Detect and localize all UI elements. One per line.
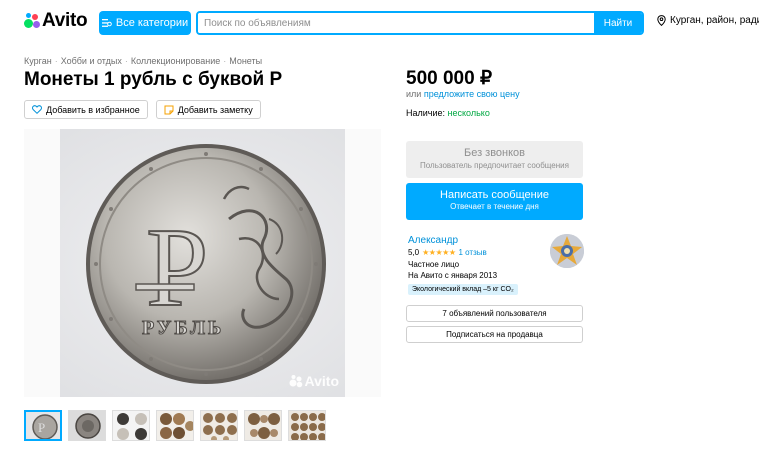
coin-letter: Р [146, 206, 208, 330]
no-calls-subtitle: Пользователь предпочитает сообщения [420, 161, 569, 170]
search-bar: Найти [196, 11, 644, 35]
write-message-title: Написать сообщение [440, 189, 549, 201]
breadcrumb-item[interactable]: Хобби и отдых [61, 56, 122, 66]
search-button[interactable]: Найти [594, 13, 642, 33]
rating-value: 5,0 [408, 248, 420, 257]
availability-value: несколько [447, 108, 490, 118]
breadcrumb-item[interactable]: Курган [24, 56, 52, 66]
thumbnail[interactable] [112, 410, 150, 441]
offer-price-link[interactable]: предложите свою цену [424, 89, 520, 99]
user-listings-button[interactable]: 7 объявлений пользователя [406, 305, 583, 322]
categories-icon [101, 19, 112, 27]
avito-watermark-text: Avito [304, 373, 339, 389]
price-offer-line: или предложите свою цену [406, 89, 520, 99]
no-calls-title: Без звонков [463, 147, 526, 159]
coin-image: Р РУБЛЬ [24, 129, 381, 397]
search-input[interactable] [198, 13, 594, 33]
eco-badge[interactable]: Экологический вклад –5 кг CO₂ [408, 284, 518, 295]
add-note-label: Добавить заметку [177, 104, 253, 115]
availability: Наличие: несколько [406, 108, 490, 118]
rating-stars-icon: ★★★★★ [422, 248, 456, 257]
seller-name[interactable]: Александр [408, 235, 458, 246]
avito-logo[interactable]: Avito [24, 10, 88, 32]
thumbnail[interactable]: Р [24, 410, 62, 441]
all-categories-label: Все категории [115, 17, 189, 29]
thumbnail[interactable] [288, 410, 326, 441]
availability-label: Наличие: [406, 108, 446, 118]
main-photo[interactable]: Р РУБЛЬ Avito [24, 129, 381, 397]
thumbnail[interactable] [68, 410, 106, 441]
add-to-favorites-button[interactable]: Добавить в избранное [24, 100, 148, 119]
location-selector[interactable]: Курган, район, радиус [657, 15, 759, 26]
thumbnail[interactable] [244, 410, 282, 441]
write-message-button[interactable]: Написать сообщение Отвечает в течение дн… [406, 183, 583, 220]
write-message-subtitle: Отвечает в течение дня [450, 202, 539, 211]
breadcrumb-separator: · [223, 56, 227, 66]
seller-avatar[interactable] [550, 234, 584, 268]
add-note-button[interactable]: Добавить заметку [155, 100, 261, 119]
no-calls-notice: Без звонков Пользователь предпочитает со… [406, 141, 583, 178]
header: Avito Все категории Найти Курган, район,… [0, 0, 759, 46]
avito-watermark-icon [289, 375, 302, 388]
all-categories-button[interactable]: Все категории [99, 11, 191, 35]
location-pin-icon [657, 15, 666, 26]
breadcrumb-item[interactable]: Коллекционирование [131, 56, 220, 66]
breadcrumb-separator: · [124, 56, 128, 66]
seller-rating: 5,0 ★★★★★ 1 отзыв [408, 248, 487, 257]
price: 500 000 ₽ [406, 68, 493, 89]
thumbnail-strip: Р [24, 410, 326, 441]
subscribe-seller-button[interactable]: Подписаться на продавца [406, 326, 583, 343]
svg-text:Р: Р [38, 420, 45, 435]
location-label: Курган, район, радиус [670, 15, 759, 26]
breadcrumb-separator: · [54, 56, 58, 66]
add-to-favorites-label: Добавить в избранное [46, 104, 140, 115]
seller-type: Частное лицо [408, 260, 460, 269]
thumbnail[interactable] [156, 410, 194, 441]
seller-since: На Авито с января 2013 [408, 271, 498, 280]
listing-actions: Добавить в избранное Добавить заметку [24, 100, 261, 119]
note-icon [164, 105, 174, 114]
reviews-link[interactable]: 1 отзыв [458, 248, 486, 257]
breadcrumb-item[interactable]: Монеты [229, 56, 262, 66]
breadcrumb: Курган · Хобби и отдых · Коллекционирова… [24, 56, 262, 66]
coin-word: РУБЛЬ [142, 317, 224, 339]
avito-watermark: Avito [289, 373, 339, 389]
heart-icon [32, 105, 42, 114]
thumbnail[interactable] [200, 410, 238, 441]
avito-logo-text: Avito [42, 10, 88, 31]
page-title: Монеты 1 рубль с буквой Р [24, 69, 283, 90]
offer-or-text: или [406, 89, 422, 99]
avito-logo-icon [24, 13, 40, 29]
